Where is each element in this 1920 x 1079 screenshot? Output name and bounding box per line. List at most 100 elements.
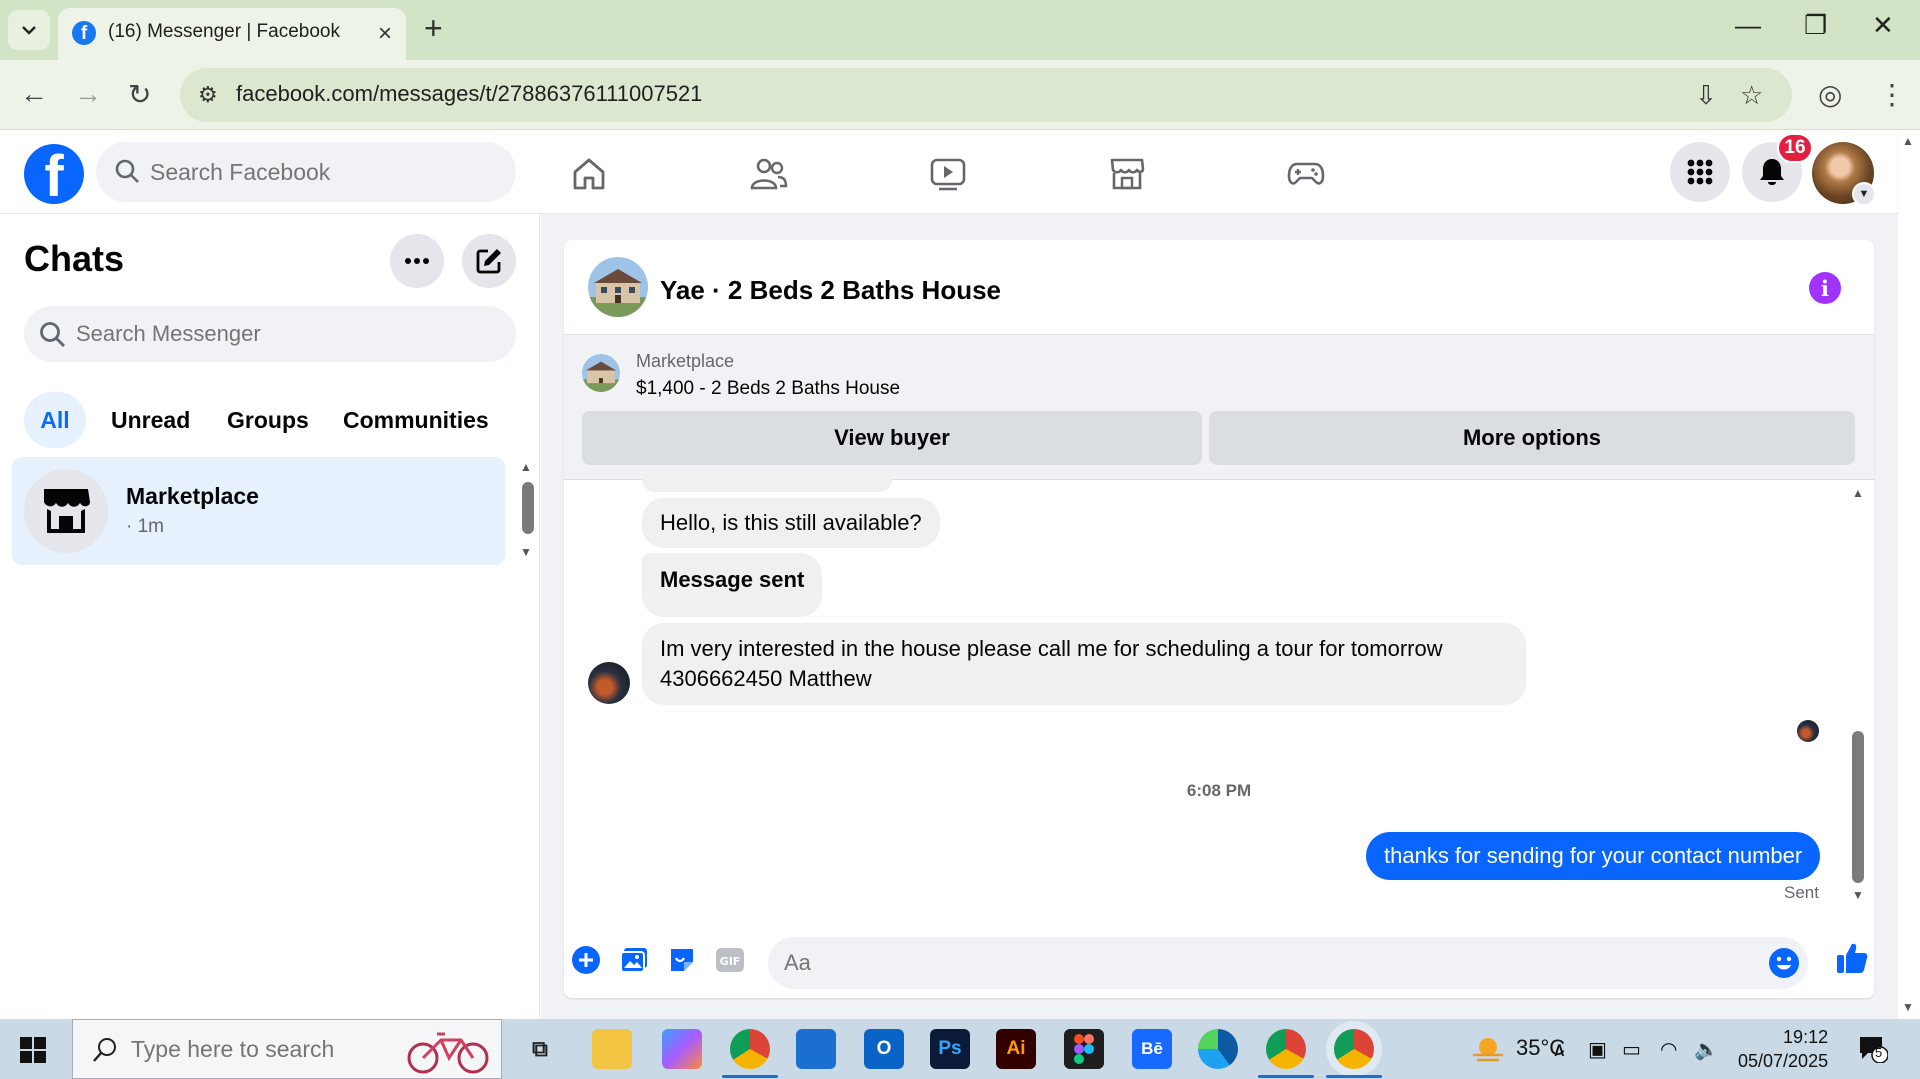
more-actions-button[interactable] <box>570 944 602 976</box>
chrome-icon[interactable] <box>1266 1029 1306 1069</box>
thread-scrollbar[interactable] <box>1852 731 1864 883</box>
minimize-button[interactable]: — <box>1735 10 1761 41</box>
windows-taskbar: ⧉ O Ps Ai Bē 35°C ∧ ▣ ▭ ◠ 🔈 19:12 05/07/… <box>0 1019 1920 1079</box>
gif-button[interactable]: GIF <box>714 944 746 976</box>
thread-scroll-up[interactable]: ▲ <box>1852 486 1864 500</box>
task-view-icon[interactable]: ⧉ <box>520 1029 560 1069</box>
install-app-icon[interactable]: ⇩ <box>1695 80 1717 111</box>
chat-list-scroll-down[interactable]: ▼ <box>520 545 532 559</box>
messenger-search-input[interactable] <box>76 306 496 362</box>
page-scroll-down-arrow[interactable]: ▼ <box>1902 1000 1914 1014</box>
listing-thumbnail[interactable] <box>582 354 620 392</box>
attach-photo-button[interactable] <box>618 944 650 976</box>
battery-icon[interactable]: ▭ <box>1622 1037 1641 1062</box>
filter-all[interactable]: All <box>24 392 86 448</box>
filter-groups[interactable]: Groups <box>227 392 309 448</box>
chat-list-item[interactable]: Marketplace · 1m <box>12 457 505 565</box>
nav-watch[interactable] <box>926 152 970 196</box>
sticker-button[interactable] <box>666 944 698 976</box>
message-timestamp: 6:08 PM <box>1186 781 1252 800</box>
chrome-profile-icon[interactable] <box>730 1029 770 1069</box>
message-input-wrapper[interactable] <box>768 937 1808 989</box>
tab-close-icon[interactable]: × <box>378 20 392 48</box>
outlook-icon[interactable]: O <box>864 1029 904 1069</box>
meet-now-icon[interactable]: ▣ <box>1588 1037 1607 1062</box>
windows-start-icon[interactable] <box>20 1037 46 1063</box>
listing-avatar[interactable] <box>588 257 648 317</box>
svg-text:GIF: GIF <box>720 955 741 968</box>
facebook-search-input[interactable] <box>150 142 490 202</box>
filter-unread[interactable]: Unread <box>111 392 190 448</box>
listing-title[interactable]: $1,400 - 2 Beds 2 Baths House <box>636 378 900 400</box>
system-clock[interactable]: 19:12 05/07/2025 <box>1738 1025 1828 1073</box>
volume-icon[interactable]: 🔈 <box>1694 1037 1719 1062</box>
profile-icon[interactable]: ◎ <box>1818 78 1842 111</box>
browser-tab-active[interactable]: f (16) Messenger | Facebook × <box>58 8 406 60</box>
reload-icon[interactable]: ↻ <box>128 78 151 111</box>
marketplace-avatar <box>24 469 108 553</box>
conversation-panel: Yae · 2 Beds 2 Baths House i Marketplace… <box>564 240 1874 998</box>
file-explorer-icon[interactable] <box>592 1029 632 1069</box>
nav-friends[interactable] <box>747 152 791 196</box>
url-text[interactable]: facebook.com/messages/t/2788637611100752… <box>236 81 702 107</box>
message-bubble[interactable]: Hello, is this still available? <box>642 498 940 548</box>
facebook-search[interactable] <box>96 142 516 202</box>
marketplace-icon <box>1110 158 1145 190</box>
nav-gaming[interactable] <box>1284 152 1328 196</box>
info-icon[interactable]: i <box>1809 272 1841 304</box>
like-button[interactable] <box>1834 940 1870 976</box>
view-buyer-button[interactable]: View buyer <box>582 411 1202 465</box>
nav-home[interactable] <box>567 152 611 196</box>
watch-icon <box>930 158 966 191</box>
sender-avatar[interactable] <box>588 662 630 704</box>
photoshop-icon[interactable]: Ps <box>930 1029 970 1069</box>
filter-communities[interactable]: Communities <box>343 392 489 448</box>
behance-icon[interactable]: Bē <box>1132 1029 1172 1069</box>
weather-widget[interactable]: 35°C <box>1470 1035 1565 1063</box>
illustrator-icon[interactable]: Ai <box>996 1029 1036 1069</box>
new-tab-button[interactable]: + <box>424 12 443 44</box>
sun-haze-icon <box>1473 1038 1503 1062</box>
message-bubble[interactable]: Message sent <box>642 553 823 617</box>
address-bar[interactable]: ⚙ facebook.com/messages/t/27886376111007… <box>180 68 1792 122</box>
messenger-search[interactable] <box>24 306 516 362</box>
home-icon <box>573 158 605 190</box>
chat-options-button[interactable] <box>390 234 444 288</box>
back-arrow-icon[interactable]: ← <box>20 78 48 110</box>
listing-banner: Marketplace $1,400 - 2 Beds 2 Baths Hous… <box>564 335 1874 480</box>
chat-list-scroll-up[interactable]: ▲ <box>520 460 532 474</box>
emoji-button[interactable] <box>1768 947 1800 984</box>
show-hidden-icons[interactable]: ∧ <box>1552 1037 1567 1062</box>
restore-button[interactable]: ❐ <box>1804 10 1827 41</box>
nav-marketplace[interactable] <box>1105 152 1149 196</box>
page-scroll-up-arrow[interactable]: ▲ <box>1902 134 1914 148</box>
new-message-button[interactable] <box>462 234 516 288</box>
account-chevron-icon[interactable]: ▼ <box>1852 182 1876 206</box>
taskbar-search-input[interactable] <box>131 1020 411 1078</box>
figma-icon[interactable] <box>1064 1029 1104 1069</box>
wifi-icon[interactable]: ◠ <box>1660 1037 1677 1062</box>
menu-button[interactable] <box>1670 142 1730 202</box>
copilot-icon[interactable] <box>662 1029 702 1069</box>
bookmark-star-icon[interactable]: ☆ <box>1740 80 1763 111</box>
taskbar-search[interactable] <box>72 1019 502 1079</box>
notification-center-icon[interactable]: 5 <box>1858 1035 1889 1064</box>
microsoft-store-icon[interactable] <box>796 1029 836 1069</box>
chat-bubble-icon <box>1860 1037 1889 1064</box>
close-window-button[interactable]: ✕ <box>1872 10 1894 41</box>
tab-search-button[interactable] <box>8 10 50 50</box>
site-info-icon[interactable]: ⚙ <box>198 82 218 108</box>
more-options-button[interactable]: More options <box>1209 411 1855 465</box>
facebook-logo[interactable]: f <box>24 144 84 204</box>
message-bubble[interactable]: Im very interested in the house please c… <box>642 623 1526 705</box>
notification-count: 5 <box>1875 1045 1883 1060</box>
message-input[interactable] <box>784 937 1744 989</box>
edge-icon[interactable] <box>1198 1029 1238 1069</box>
chat-list-scrollbar[interactable] <box>522 482 534 534</box>
forward-arrow-icon[interactable]: → <box>74 78 102 110</box>
chrome-active-window-icon[interactable] <box>1334 1029 1374 1069</box>
outgoing-message-bubble[interactable]: thanks for sending for your contact numb… <box>1366 832 1821 880</box>
chevron-down-icon <box>22 26 36 35</box>
browser-menu-icon[interactable]: ⋮ <box>1878 78 1906 111</box>
thread-scroll-down[interactable]: ▼ <box>1852 888 1864 902</box>
